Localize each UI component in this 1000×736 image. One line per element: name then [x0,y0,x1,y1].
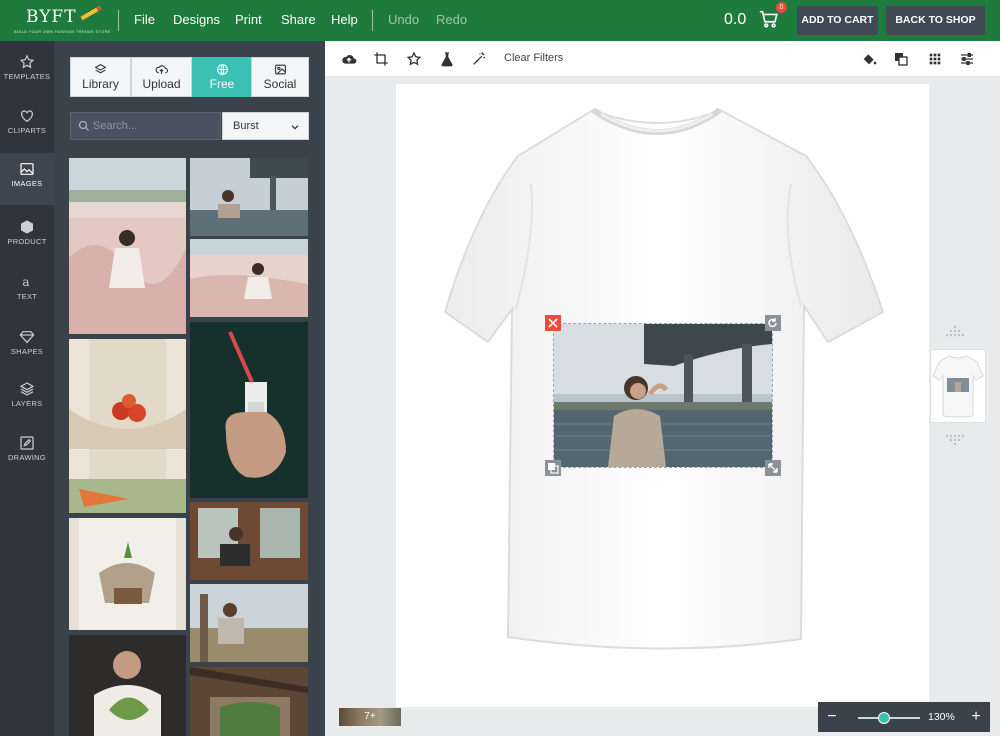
undo-button[interactable]: Undo [388,12,419,27]
rail-item-cliparts[interactable]: CLIPARTS [0,100,54,152]
image-search [70,112,221,140]
image-thumbnail[interactable] [190,584,308,662]
image-thumbnail[interactable] [190,158,308,236]
crop-icon[interactable] [373,51,389,67]
menu-print[interactable]: Print [235,12,262,27]
tool-rail: TEMPLATES CLIPARTS IMAGES PRODUCT a TEXT… [0,41,54,736]
paint-bucket-icon[interactable] [861,51,877,67]
back-to-shop-button[interactable]: BACK TO SHOP [886,6,985,35]
pencil-logo-icon [80,5,102,21]
diamond-icon [19,331,35,344]
image-thumbnail[interactable] [69,339,186,513]
top-bar: BYFT BUILD YOUR OWN FASHION TRENDS STORE… [0,0,1000,41]
arrange-icon[interactable] [893,51,909,67]
rail-label: LAYERS [11,399,43,408]
heart-icon [21,110,33,123]
text-icon: a [22,275,29,289]
zoom-out-button[interactable]: − [818,702,846,732]
stack-icon [94,64,107,74]
tab-label: Upload [142,77,181,91]
layer-order-icon[interactable] [545,460,561,476]
rail-label: TEMPLATES [3,72,51,81]
tab-upload[interactable]: Upload [131,57,192,97]
rail-item-shapes[interactable]: SHAPES [0,321,54,373]
zoom-in-button[interactable]: + [962,702,990,732]
menu-share[interactable]: Share [281,12,316,27]
star-outline-icon[interactable] [406,51,422,67]
zoom-level: 130% [928,711,955,723]
search-input[interactable] [93,113,218,139]
zoom-control: − 130% + [818,702,990,732]
front-view-thumbnail[interactable] [930,349,986,423]
rail-item-templates[interactable]: TEMPLATES [0,46,54,98]
divider [118,10,119,31]
brand-tagline: BUILD YOUR OWN FASHION TRENDS STORE [14,29,111,34]
scroll-down-dots-icon[interactable] [943,434,967,446]
image-source-select[interactable]: Burst [222,112,309,140]
photo-icon [274,64,286,75]
placed-image[interactable] [553,323,773,468]
menu-file[interactable]: File [134,12,155,27]
divider [372,10,373,31]
rail-label: TEXT [16,292,38,301]
tab-free[interactable]: Free [192,57,252,97]
rail-label: CLIPARTS [7,126,47,135]
svg-text:a: a [22,275,29,289]
tab-social[interactable]: Social [251,57,309,97]
rail-item-images[interactable]: IMAGES [0,153,54,205]
image-thumbnail[interactable] [190,322,308,498]
delete-layer-icon[interactable] [545,315,561,331]
magic-wand-icon[interactable] [471,51,487,67]
rail-label: DRAWING [7,453,47,462]
grid-icon[interactable] [927,51,943,67]
add-to-cart-button[interactable]: ADD TO CART [797,6,878,35]
image-thumbnail[interactable] [190,502,308,580]
sliders-icon[interactable] [959,51,975,67]
globe-icon [216,64,228,75]
editor-root: BYFT BUILD YOUR OWN FASHION TRENDS STORE… [0,0,1000,736]
menu-help[interactable]: Help [331,12,358,27]
search-icon [78,120,89,131]
brand-name: BYFT [26,7,77,27]
resize-icon[interactable] [765,460,781,476]
canvas-toolbar: Clear Filters [325,41,1000,77]
star-icon [19,54,35,69]
image-thumbnail[interactable] [69,518,186,630]
rail-item-drawing[interactable]: DRAWING [0,427,54,479]
rail-label: SHAPES [10,347,44,356]
cart-total: 0.0 [724,11,747,28]
chevron-down-icon [291,125,299,130]
tab-label: Library [82,77,119,91]
rotate-icon[interactable] [765,315,781,331]
flask-icon[interactable] [439,51,455,67]
scroll-up-dots-icon[interactable] [943,325,967,337]
images-panel: Library Upload Free Social Burst [54,41,325,736]
cloud-icon[interactable] [341,51,357,67]
pencil-icon [20,436,34,450]
tab-label: Social [263,77,297,91]
image-thumbnail[interactable] [69,158,186,334]
rail-item-layers[interactable]: LAYERS [0,373,54,425]
rail-item-product[interactable]: PRODUCT [0,211,54,263]
selected-source: Burst [233,120,259,132]
image-thumbnail[interactable] [69,635,186,736]
rail-label: IMAGES [11,179,43,188]
color-swatch-button[interactable]: 7+ [339,708,401,726]
brand-logo[interactable]: BYFT BUILD YOUR OWN FASHION TRENDS STORE [14,5,110,35]
image-thumbnail[interactable] [190,239,308,317]
layers-icon [19,382,35,396]
cart-count-badge: 0 [776,2,787,13]
redo-button[interactable]: Redo [436,12,467,27]
zoom-slider-handle[interactable] [878,712,890,724]
cloud-upload-icon [155,65,168,74]
rail-label: PRODUCT [7,237,47,246]
tab-library[interactable]: Library [70,57,131,97]
tab-label: Free [209,77,235,91]
image-icon [20,163,34,175]
clear-filters-button[interactable]: Clear Filters [504,52,563,64]
rail-item-text[interactable]: a TEXT [0,266,54,318]
menu-designs[interactable]: Designs [173,12,220,27]
cube-icon [21,220,33,234]
image-thumbnail[interactable] [190,667,308,736]
